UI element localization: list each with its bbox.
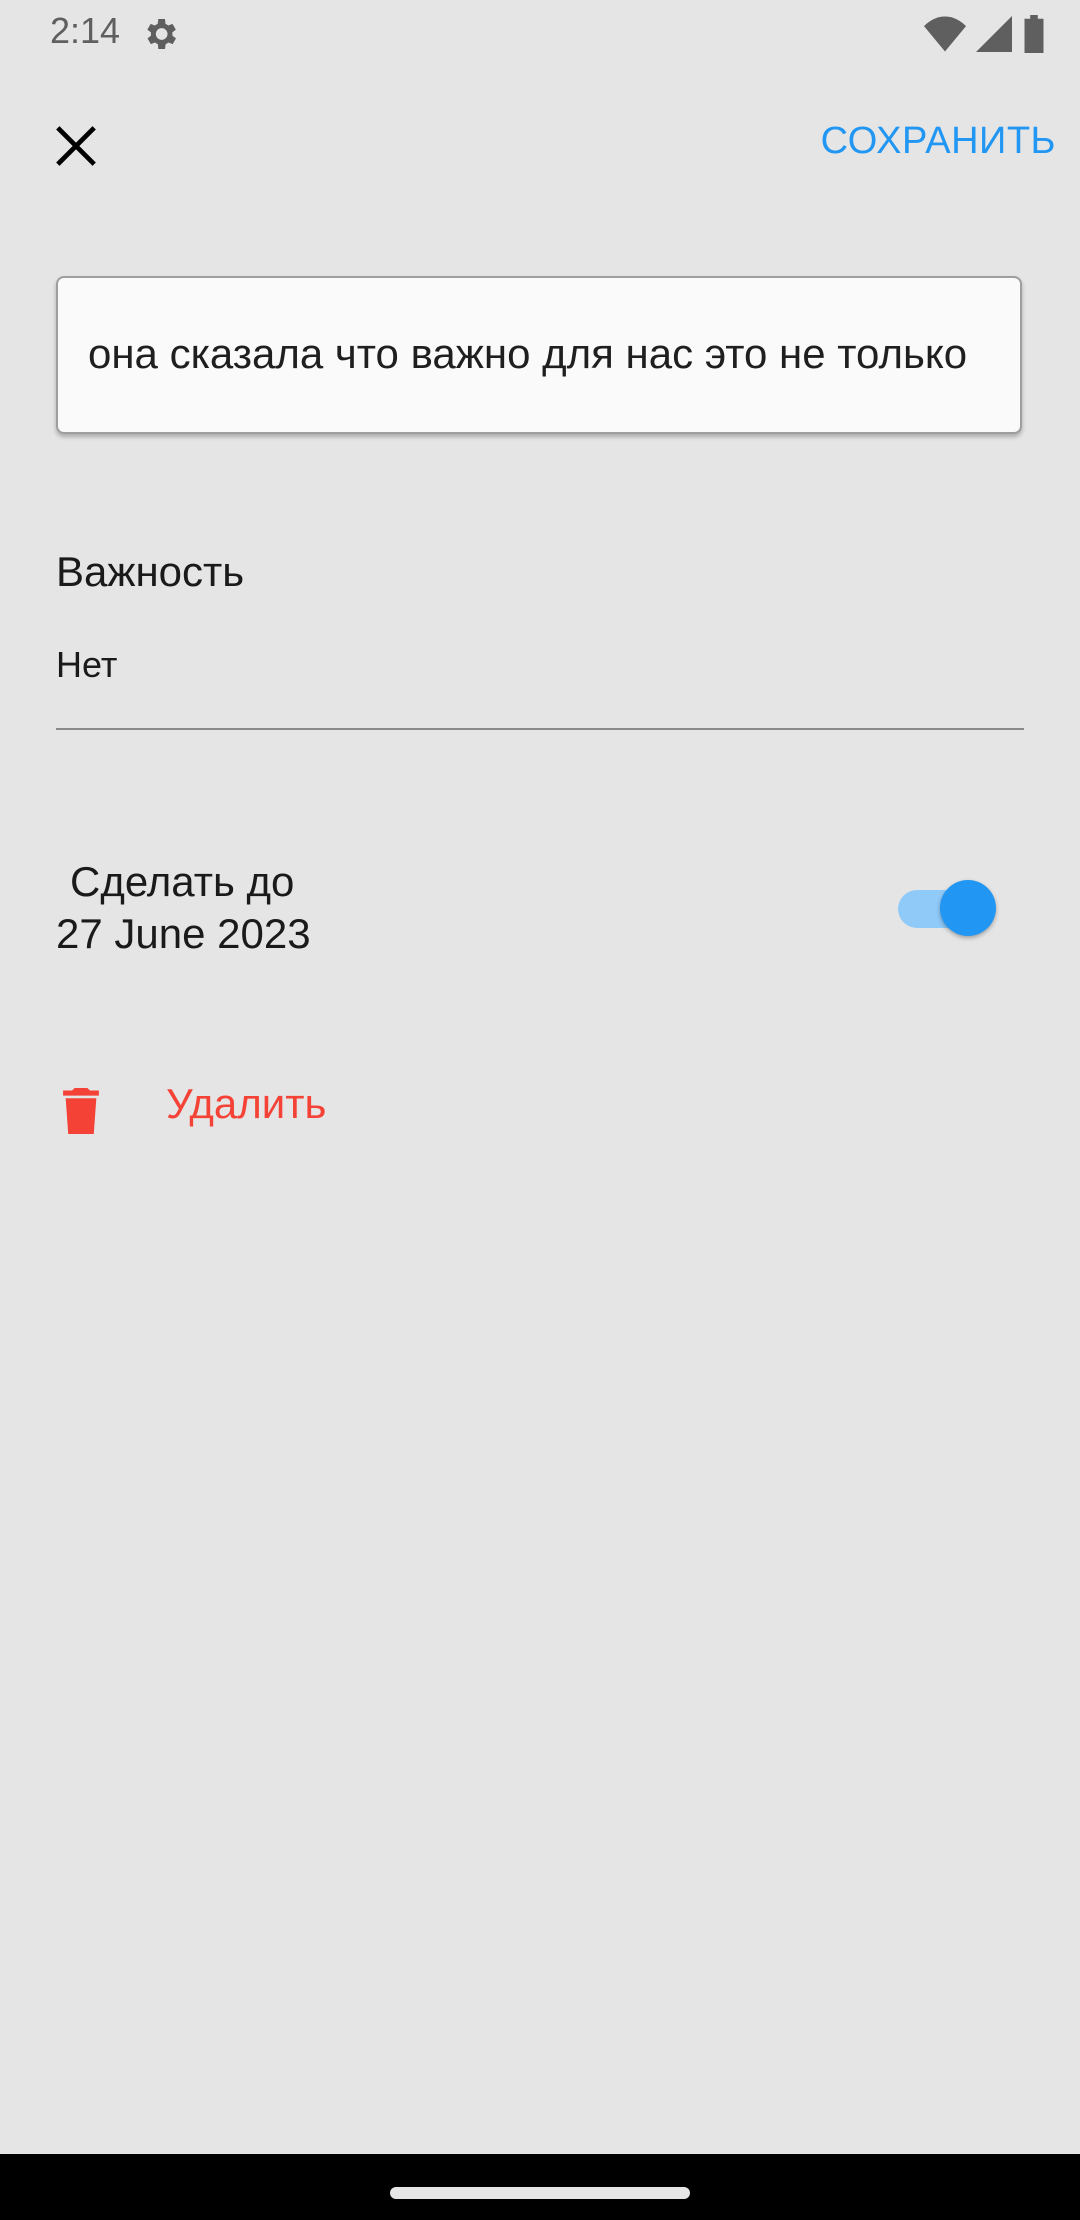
save-button[interactable]: СОХРАНИТЬ bbox=[821, 120, 1056, 163]
toggle-thumb bbox=[940, 880, 996, 936]
status-bar: 2:14 bbox=[0, 0, 1080, 66]
close-button[interactable] bbox=[40, 110, 112, 182]
importance-label: Важность bbox=[56, 548, 245, 595]
wifi-icon bbox=[924, 16, 966, 52]
gear-icon bbox=[147, 19, 176, 49]
trash-icon bbox=[63, 1088, 99, 1134]
task-text-card: она сказала что важно для нас это не тол… bbox=[56, 276, 1022, 434]
delete-button[interactable]: Удалить bbox=[56, 1074, 556, 1144]
deadline-date[interactable]: 27 June 2023 bbox=[56, 908, 311, 960]
importance-value: Нет bbox=[56, 644, 118, 685]
delete-label: Удалить bbox=[166, 1080, 327, 1127]
toolbar: СОХРАНИТЬ bbox=[0, 100, 1080, 190]
status-time: 2:14 bbox=[50, 10, 121, 51]
deadline-toggle[interactable] bbox=[898, 878, 1000, 938]
signal-icon bbox=[976, 16, 1012, 52]
status-icons bbox=[924, 14, 1046, 54]
close-icon bbox=[56, 126, 96, 166]
navigation-bar bbox=[0, 2154, 1080, 2220]
battery-icon bbox=[1024, 15, 1044, 53]
task-text-input[interactable]: она сказала что важно для нас это не тол… bbox=[88, 330, 988, 378]
deadline-title: Сделать до bbox=[70, 858, 295, 905]
importance-dropdown[interactable]: Нет bbox=[56, 644, 1024, 730]
deadline-block: Сделать до 27 June 2023 bbox=[56, 856, 311, 960]
home-gesture-handle[interactable] bbox=[390, 2187, 690, 2199]
